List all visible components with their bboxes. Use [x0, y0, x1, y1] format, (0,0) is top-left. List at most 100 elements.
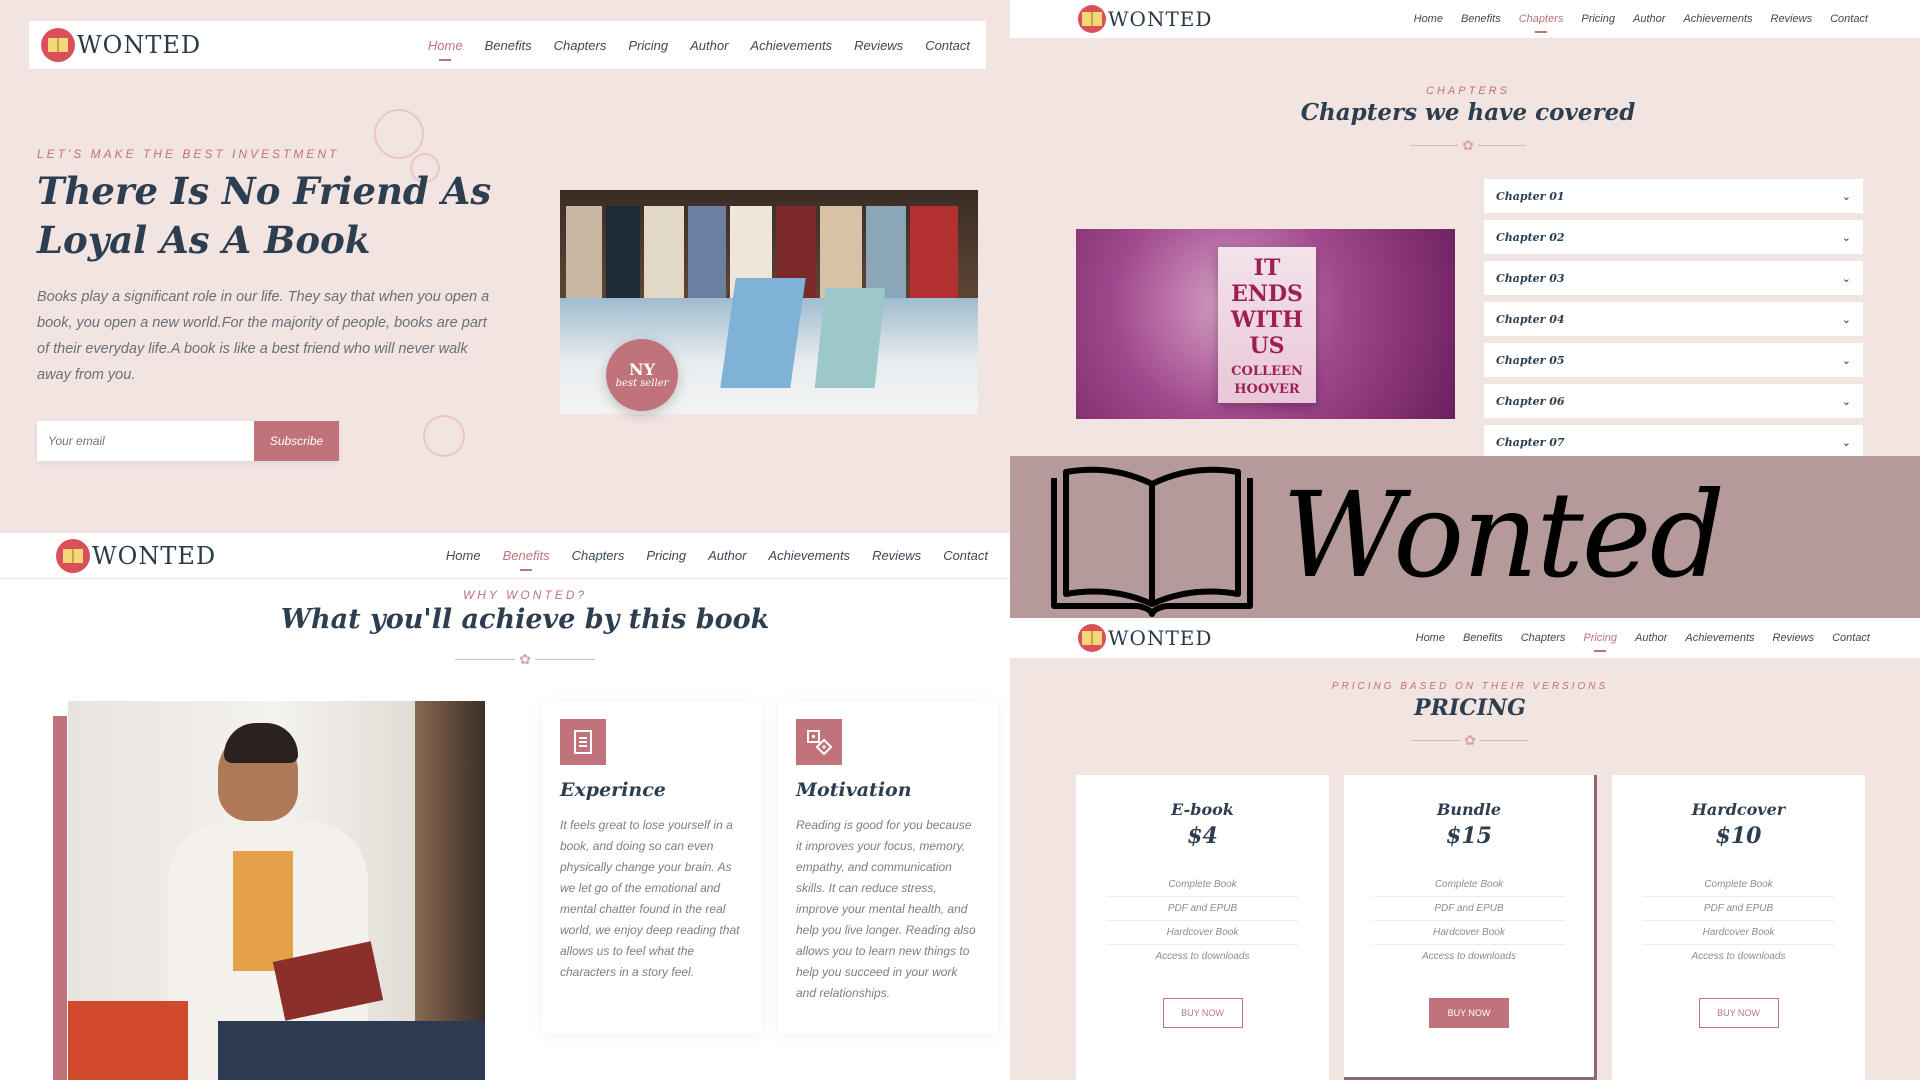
nav-benefits[interactable]: Benefits — [1461, 13, 1501, 25]
benefits-nav: Home Benefits Chapters Pricing Author Ac… — [446, 548, 988, 563]
nav-chapters[interactable]: Chapters — [572, 548, 625, 563]
chevron-down-icon[interactable]: ⌄ — [1842, 354, 1851, 367]
plan-feature: Access to downloads — [1422, 951, 1516, 962]
email-input[interactable] — [37, 421, 254, 461]
hero-title-line2: Loyal As A Book — [37, 218, 371, 262]
chapters-panel: WONTED Home Benefits Chapters Pricing Au… — [1010, 0, 1920, 456]
nav-benefits[interactable]: Benefits — [503, 548, 550, 563]
chapter-item[interactable]: Chapter 06 ⌄ — [1484, 384, 1863, 418]
nav-home[interactable]: Home — [1416, 632, 1445, 644]
chapters-navbar: WONTED Home Benefits Chapters Pricing Au… — [1010, 0, 1920, 38]
chapter-item[interactable]: Chapter 05 ⌄ — [1484, 343, 1863, 377]
benefits-panel: WONTED Home Benefits Chapters Pricing Au… — [0, 533, 1010, 1080]
chevron-down-icon[interactable]: ⌄ — [1842, 313, 1851, 326]
chapter-item[interactable]: Chapter 01 ⌄ — [1484, 179, 1863, 213]
nav-contact[interactable]: Contact — [1830, 13, 1868, 25]
nav-home[interactable]: Home — [446, 548, 481, 563]
benefit-title: Motivation — [796, 779, 912, 801]
nav-achievements[interactable]: Achievements — [1683, 13, 1752, 25]
plan-feature: Complete Book — [1374, 873, 1564, 897]
chapter-label: Chapter 01 — [1496, 189, 1565, 203]
brand-name: WONTED — [1108, 7, 1213, 31]
nav-benefits[interactable]: Benefits — [1463, 632, 1503, 644]
pricing-panel: WONTED Home Benefits Chapters Pricing Au… — [1010, 618, 1920, 1080]
nav-pricing[interactable]: Pricing — [1583, 632, 1617, 644]
chapter-label: Chapter 07 — [1496, 435, 1565, 449]
chapter-item[interactable]: Chapter 04 ⌄ — [1484, 302, 1863, 336]
benefit-text: It feels great to lose yourself in a boo… — [560, 818, 740, 979]
subscribe-button[interactable]: Subscribe — [254, 421, 339, 461]
book-logo-icon — [41, 28, 75, 62]
benefits-separator: ✿ — [452, 651, 598, 667]
book-logo-icon — [1078, 624, 1106, 652]
nav-contact[interactable]: Contact — [925, 38, 970, 53]
chevron-down-icon[interactable]: ⌄ — [1842, 272, 1851, 285]
benefit-text: Reading is good for you because it impro… — [796, 818, 976, 1000]
nav-chapters[interactable]: Chapters — [1519, 13, 1564, 25]
open-book-icon — [1042, 458, 1262, 618]
buy-now-button[interactable]: BUY NOW — [1698, 998, 1779, 1028]
nav-chapters[interactable]: Chapters — [554, 38, 607, 53]
chapter-item[interactable]: Chapter 02 ⌄ — [1484, 220, 1863, 254]
nav-reviews[interactable]: Reviews — [872, 548, 921, 563]
chevron-down-icon[interactable]: ⌄ — [1842, 436, 1851, 449]
hero-kicker: LET'S MAKE THE BEST INVESTMENT — [37, 147, 340, 161]
nav-contact[interactable]: Contact — [943, 548, 988, 563]
pricing-title: PRICING — [1414, 695, 1526, 721]
chapter-label: Chapter 05 — [1496, 353, 1565, 367]
bestseller-badge: NY best seller — [606, 339, 678, 411]
chevron-down-icon[interactable]: ⌄ — [1842, 231, 1851, 244]
plan-feature: Access to downloads — [1691, 951, 1786, 962]
buy-now-button[interactable]: BUY NOW — [1162, 998, 1243, 1028]
nav-achievements[interactable]: Achievements — [1685, 632, 1754, 644]
benefit-title: Experince — [560, 779, 666, 801]
hero-nav: Home Benefits Chapters Pricing Author Ac… — [428, 38, 970, 53]
nav-author[interactable]: Author — [1635, 632, 1667, 644]
nav-benefits[interactable]: Benefits — [485, 38, 532, 53]
chapter-item[interactable]: Chapter 03 ⌄ — [1484, 261, 1863, 295]
nav-contact[interactable]: Contact — [1832, 632, 1870, 644]
chapters-nav: Home Benefits Chapters Pricing Author Ac… — [1414, 13, 1868, 25]
nav-reviews[interactable]: Reviews — [1771, 13, 1813, 25]
benefits-kicker: WHY WONTED? — [462, 588, 588, 602]
chapter-label: Chapter 04 — [1496, 312, 1565, 326]
nav-pricing[interactable]: Pricing — [646, 548, 686, 563]
buy-now-button[interactable]: BUY NOW — [1429, 998, 1509, 1028]
flower-icon: ✿ — [519, 651, 531, 667]
pricing-separator: ✿ — [1410, 732, 1530, 748]
plan-feature: Hardcover Book — [1642, 921, 1835, 945]
nav-pricing[interactable]: Pricing — [1581, 13, 1615, 25]
book-logo-icon — [1078, 5, 1106, 33]
nav-chapters[interactable]: Chapters — [1521, 632, 1566, 644]
nav-author[interactable]: Author — [1633, 13, 1665, 25]
price-card-ebook: E-book $4 Complete Book PDF and EPUB Har… — [1076, 775, 1329, 1080]
plan-feature: Complete Book — [1106, 873, 1299, 897]
nav-pricing[interactable]: Pricing — [628, 38, 668, 53]
flower-icon: ✿ — [1464, 732, 1476, 748]
brand-logo[interactable]: WONTED — [1078, 624, 1212, 652]
plan-name: Bundle — [1436, 800, 1502, 819]
nav-reviews[interactable]: Reviews — [1773, 632, 1815, 644]
plan-features: Complete Book PDF and EPUB Hardcover Boo… — [1374, 873, 1564, 968]
chapter-label: Chapter 03 — [1496, 271, 1565, 285]
nav-achievements[interactable]: Achievements — [768, 548, 850, 563]
plan-price: $10 — [1715, 823, 1762, 849]
chevron-down-icon[interactable]: ⌄ — [1842, 395, 1851, 408]
pricing-navbar: WONTED Home Benefits Chapters Pricing Au… — [1010, 618, 1920, 658]
plan-price: $15 — [1446, 823, 1492, 849]
chevron-down-icon[interactable]: ⌄ — [1842, 190, 1851, 203]
chapters-title: Chapters we have covered — [1300, 99, 1636, 126]
brand-logo[interactable]: WONTED — [1078, 5, 1212, 33]
nav-author[interactable]: Author — [690, 38, 728, 53]
badge-top-text: NY — [628, 359, 656, 379]
price-card-hardcover: Hardcover $10 Complete Book PDF and EPUB… — [1612, 775, 1865, 1080]
nav-reviews[interactable]: Reviews — [854, 38, 903, 53]
nav-author[interactable]: Author — [708, 548, 746, 563]
brand-logo[interactable]: WONTED — [41, 28, 201, 62]
nav-home[interactable]: Home — [1414, 13, 1443, 25]
brand-wordmark: Wonted — [1282, 466, 1725, 604]
nav-achievements[interactable]: Achievements — [750, 38, 832, 53]
brand-logo[interactable]: WONTED — [56, 538, 216, 573]
nav-home[interactable]: Home — [428, 38, 463, 53]
chapter-item[interactable]: Chapter 07 ⌄ — [1484, 425, 1863, 456]
